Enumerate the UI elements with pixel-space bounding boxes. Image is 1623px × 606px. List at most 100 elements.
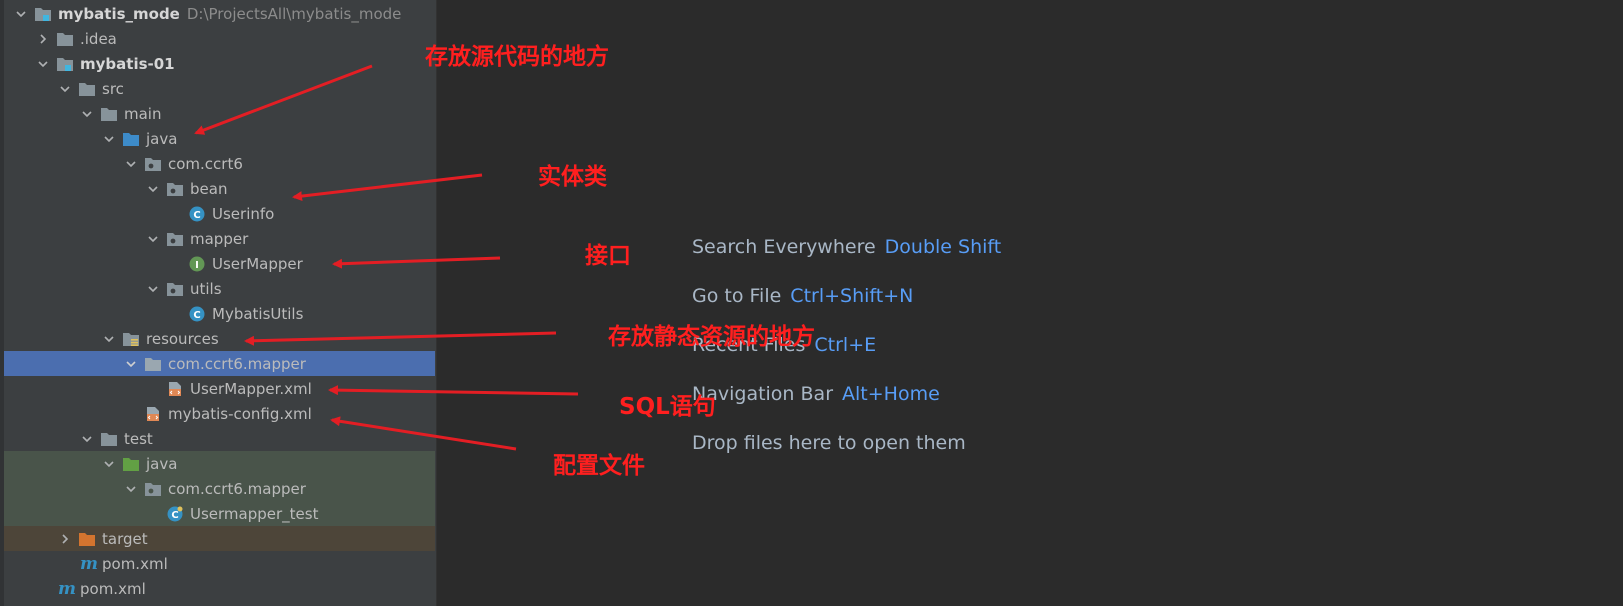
folder-icon bbox=[100, 431, 118, 447]
chevron-down-icon[interactable] bbox=[36, 57, 50, 71]
resources-folder-icon bbox=[122, 331, 140, 347]
chevron-down-icon[interactable] bbox=[124, 482, 138, 496]
tree-row-label: java bbox=[146, 454, 178, 473]
test-source-folder-icon bbox=[122, 456, 140, 472]
tree-row-label: Userinfo bbox=[212, 204, 275, 223]
chevron-down-icon[interactable] bbox=[102, 457, 116, 471]
package-icon bbox=[166, 231, 184, 247]
hint-shortcut: Alt+Home bbox=[842, 383, 940, 405]
tree-row-resources[interactable]: resources bbox=[4, 326, 435, 351]
tree-row-test-class[interactable]: C Usermapper_test bbox=[4, 501, 435, 526]
tree-row-label: pom.xml bbox=[102, 554, 168, 573]
tree-row-resource-package-mapper[interactable]: com.ccrt6.mapper bbox=[4, 351, 435, 376]
svg-text:I: I bbox=[195, 260, 199, 271]
chevron-down-icon[interactable] bbox=[146, 182, 160, 196]
tree-row-test[interactable]: test bbox=[4, 426, 435, 451]
tree-row-label: bean bbox=[190, 179, 228, 198]
folder-icon bbox=[56, 31, 74, 47]
package-icon bbox=[166, 181, 184, 197]
chevron-down-icon[interactable] bbox=[102, 132, 116, 146]
chevron-down-icon[interactable] bbox=[80, 432, 94, 446]
tree-row-label: com.ccrt6.mapper bbox=[168, 354, 306, 373]
project-tool-window: mybatis_mode D:\ProjectsAll\mybatis_mode… bbox=[0, 0, 437, 606]
annotation-static-resources: 存放静态资源的地方 bbox=[608, 324, 815, 350]
tree-row-file-usermapper-xml[interactable]: UserMapper.xml bbox=[4, 376, 435, 401]
package-icon bbox=[144, 156, 162, 172]
tree-row-label: pom.xml bbox=[80, 579, 146, 598]
tree-row-main[interactable]: main bbox=[4, 101, 435, 126]
tree-row-file-mybatis-config[interactable]: mybatis-config.xml bbox=[4, 401, 435, 426]
annotation-config-file: 配置文件 bbox=[553, 453, 645, 479]
tree-row-label: utils bbox=[190, 279, 222, 298]
maven-icon: m bbox=[80, 553, 98, 574]
chevron-right-icon[interactable] bbox=[36, 32, 50, 46]
hint-shortcut: Ctrl+Shift+N bbox=[790, 285, 914, 307]
svg-text:C: C bbox=[193, 210, 200, 221]
xml-file-icon bbox=[144, 406, 162, 422]
tree-row-module[interactable]: mybatis-01 bbox=[4, 51, 435, 76]
tree-row-label: Usermapper_test bbox=[190, 504, 319, 523]
tree-row-test-java[interactable]: java bbox=[4, 451, 435, 476]
tree-row-label: resources bbox=[146, 329, 219, 348]
annotation-interface: 接口 bbox=[585, 243, 631, 269]
xml-file-icon bbox=[166, 381, 184, 397]
tree-row-target[interactable]: target bbox=[4, 526, 435, 551]
tree-row-class-mybatisutils[interactable]: C MybatisUtils bbox=[4, 301, 435, 326]
tree-row-package-ccrt6[interactable]: com.ccrt6 bbox=[4, 151, 435, 176]
tree-row-label: mybatis-01 bbox=[80, 54, 175, 73]
tree-row-project-root[interactable]: mybatis_mode D:\ProjectsAll\mybatis_mode bbox=[4, 1, 435, 26]
source-folder-icon bbox=[122, 131, 140, 147]
editor-empty-hints: Search Everywhere Double Shift Go to Fil… bbox=[692, 236, 1001, 481]
tree-row-label: com.ccrt6.mapper bbox=[168, 479, 306, 498]
folder-icon bbox=[78, 81, 96, 97]
maven-icon: m bbox=[58, 578, 76, 599]
module-folder-icon bbox=[56, 56, 74, 72]
tree-row-java-sources[interactable]: java bbox=[4, 126, 435, 151]
hint-shortcut: Double Shift bbox=[884, 236, 1002, 258]
chevron-down-icon[interactable] bbox=[80, 107, 94, 121]
class-icon: C bbox=[188, 206, 206, 222]
tree-row-class-userinfo[interactable]: C Userinfo bbox=[4, 201, 435, 226]
tree-row-label: UserMapper bbox=[212, 254, 303, 273]
tree-row-package-utils[interactable]: utils bbox=[4, 276, 435, 301]
tree-row-label: java bbox=[146, 129, 178, 148]
tree-row-label: com.ccrt6 bbox=[168, 154, 243, 173]
tree-row-label: test bbox=[124, 429, 153, 448]
annotation-source-code: 存放源代码的地方 bbox=[425, 44, 609, 70]
tree-row-package-bean[interactable]: bean bbox=[4, 176, 435, 201]
hint-text: Go to File bbox=[692, 285, 782, 307]
tree-row-test-package[interactable]: com.ccrt6.mapper bbox=[4, 476, 435, 501]
chevron-down-icon[interactable] bbox=[124, 357, 138, 371]
hint-text: Search Everywhere bbox=[692, 236, 876, 258]
chevron-right-icon[interactable] bbox=[58, 532, 72, 546]
tree-row-label: mybatis_mode bbox=[58, 4, 180, 23]
tree-row-package-mapper[interactable]: mapper bbox=[4, 226, 435, 251]
tree-row-label: mapper bbox=[190, 229, 249, 248]
interface-icon: I bbox=[188, 256, 206, 272]
project-path: D:\ProjectsAll\mybatis_mode bbox=[186, 4, 402, 23]
tree-row-src[interactable]: src bbox=[4, 76, 435, 101]
tree-row-label: .idea bbox=[80, 29, 117, 48]
hint-drop-files: Drop files here to open them bbox=[692, 432, 1001, 481]
annotation-sql: SQL语句 bbox=[619, 394, 716, 420]
tree-row-label: target bbox=[102, 529, 148, 548]
tree-row-idea[interactable]: .idea bbox=[4, 26, 435, 51]
chevron-down-icon[interactable] bbox=[102, 332, 116, 346]
chevron-down-icon[interactable] bbox=[14, 7, 28, 21]
tree-row-label: main bbox=[124, 104, 162, 123]
module-folder-icon bbox=[34, 6, 52, 22]
chevron-down-icon[interactable] bbox=[58, 82, 72, 96]
class-icon: C bbox=[188, 306, 206, 322]
tree-row-label: MybatisUtils bbox=[212, 304, 304, 323]
tree-row-root-pom[interactable]: m pom.xml bbox=[4, 576, 435, 601]
package-icon bbox=[144, 481, 162, 497]
tree-row-interface-usermapper[interactable]: I UserMapper bbox=[4, 251, 435, 276]
chevron-down-icon[interactable] bbox=[146, 282, 160, 296]
chevron-down-icon[interactable] bbox=[146, 232, 160, 246]
chevron-down-icon[interactable] bbox=[124, 157, 138, 171]
annotation-entity-class: 实体类 bbox=[538, 164, 607, 190]
tree-row-module-pom[interactable]: m pom.xml bbox=[4, 551, 435, 576]
test-class-icon: C bbox=[166, 506, 184, 522]
tree-row-label: UserMapper.xml bbox=[190, 379, 312, 398]
tree-row-label: mybatis-config.xml bbox=[168, 404, 312, 423]
